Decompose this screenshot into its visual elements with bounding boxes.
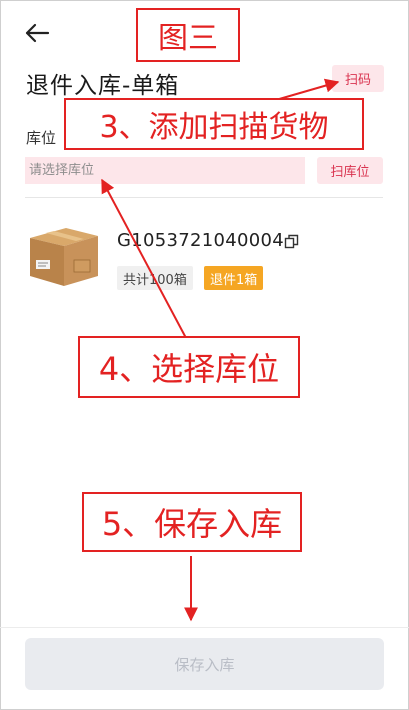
location-label: 库位 (26, 129, 57, 147)
location-input[interactable] (25, 157, 305, 184)
total-count-tag: 共计100箱 (117, 266, 193, 290)
scan-location-button[interactable]: 扫库位 (317, 157, 383, 184)
figure-annotation: 图三 (136, 8, 240, 62)
step4-annotation: 4、选择库位 (78, 336, 300, 398)
back-arrow-icon[interactable] (22, 18, 52, 48)
divider (25, 197, 383, 198)
return-count-tag: 退件1箱 (204, 266, 264, 290)
step5-annotation: 5、保存入库 (82, 492, 302, 552)
save-button[interactable]: 保存入库 (25, 638, 384, 690)
step3-annotation: 3、添加扫描货物 (64, 98, 364, 150)
scan-button[interactable]: 扫码 (332, 65, 384, 92)
item-code: G1053721040004 (117, 230, 285, 251)
carton-box-image (30, 228, 98, 286)
footer-divider (0, 627, 409, 628)
copy-icon[interactable] (284, 234, 299, 249)
page-title: 退件入库-单箱 (26, 73, 180, 99)
